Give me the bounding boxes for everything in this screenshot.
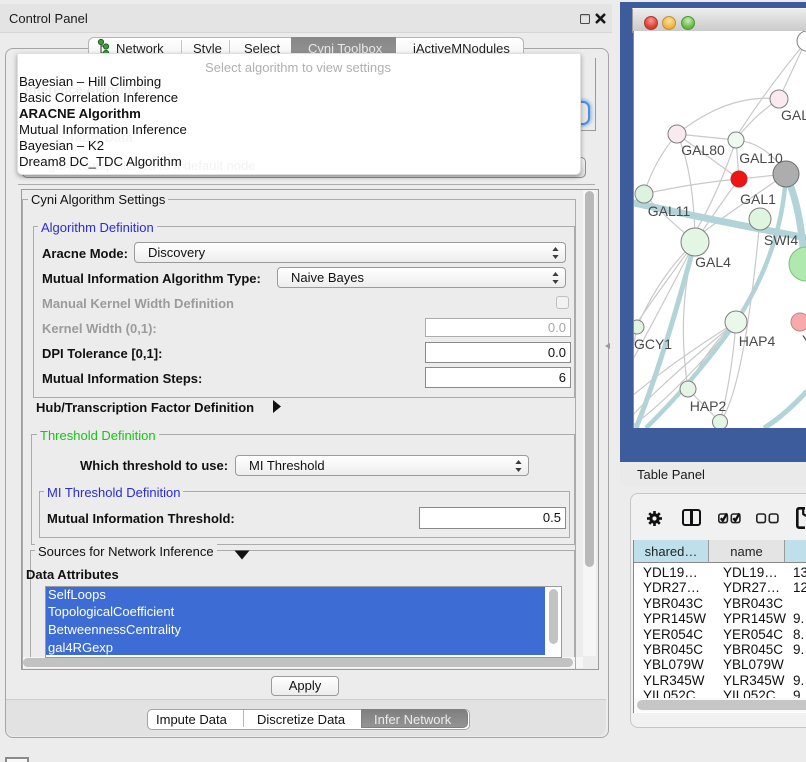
svg-text:HAP4: HAP4: [739, 333, 776, 349]
svg-text:GAL: GAL: [781, 107, 806, 123]
svg-text:GAL4: GAL4: [695, 254, 731, 270]
svg-text:SWI4: SWI4: [764, 232, 798, 248]
svg-text:GAL80: GAL80: [681, 142, 725, 158]
svg-text:GAL11: GAL11: [648, 203, 691, 219]
svg-text:GAL1: GAL1: [740, 191, 776, 207]
svg-text:Y: Y: [802, 332, 806, 348]
svg-text:GCY1: GCY1: [634, 336, 672, 352]
svg-text:GAL10: GAL10: [739, 150, 783, 166]
svg-text:HAP2: HAP2: [690, 398, 727, 414]
